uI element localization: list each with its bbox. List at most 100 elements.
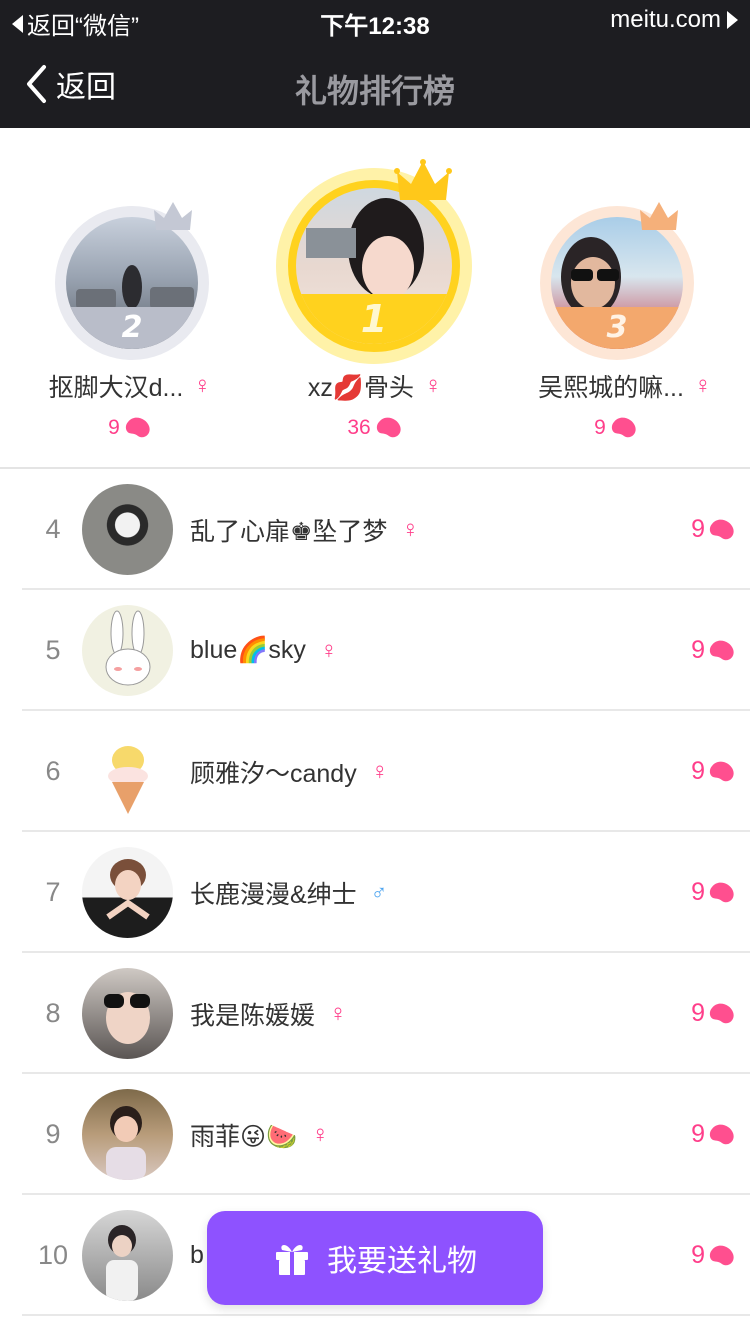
rank-number: 9	[45, 1119, 61, 1149]
gift-count: 36	[347, 416, 371, 439]
rank-number: 6	[45, 756, 61, 786]
list-item[interactable]: 6 顾雅汐～candy ♀ 9	[0, 711, 750, 832]
gift-icon	[276, 1245, 308, 1275]
female-icon: ♀	[329, 999, 348, 1027]
avatar-photo	[105, 610, 151, 686]
gift-count-cell: 9	[691, 832, 736, 953]
status-bar: 返回“微信” 下午12:38 meitu.com	[0, 0, 750, 40]
username: 我是陈媛媛	[190, 1001, 316, 1030]
rank-number: 5	[45, 635, 61, 665]
female-icon: ♀	[693, 372, 712, 399]
list-item[interactable]: 8 我是陈媛媛 ♀ 9	[0, 953, 750, 1074]
site-link[interactable]: meitu.com	[610, 6, 738, 34]
list-name-cell: 我是陈媛媛 ♀	[190, 953, 347, 1074]
avatar	[82, 847, 173, 938]
bean-icon	[709, 519, 734, 539]
username: 长鹿漫漫&绅士	[190, 880, 357, 909]
podium-name-rank-1: xz💋骨头 ♀	[255, 368, 495, 404]
username: 乱了心扉♚坠了梦	[190, 517, 388, 546]
username: 雨菲😜🍉	[190, 1122, 298, 1151]
site-label: meitu.com	[610, 6, 721, 33]
page-title: 礼物排行榜	[294, 73, 455, 109]
list-name-cell: blue🌈sky ♀	[190, 590, 338, 711]
avatar-photo	[106, 1225, 138, 1301]
avatar	[82, 605, 173, 696]
bean-icon	[709, 882, 734, 902]
gift-count: 9	[691, 636, 705, 664]
gift-count: 9	[691, 515, 705, 543]
nav-bar: 返回 礼物排行榜	[0, 40, 750, 128]
female-icon: ♀	[311, 1120, 330, 1148]
gift-count: 9	[594, 416, 606, 439]
top-three-podium: 2 抠脚大汉d... ♀ 9 1 xz💋骨头 ♀ 36 3 吴熙城的嘛... ♀…	[0, 128, 750, 468]
gift-count: 9	[691, 878, 705, 906]
podium-username: 抠脚大汉d...	[48, 374, 184, 402]
list-name-cell: 雨菲😜🍉 ♀	[190, 1074, 329, 1195]
row-divider	[22, 1314, 750, 1316]
gift-count: 9	[691, 757, 705, 785]
female-icon: ♀	[424, 372, 443, 399]
username: b	[190, 1241, 204, 1269]
female-icon: ♀	[193, 372, 212, 399]
list-item[interactable]: 9 雨菲😜🍉 ♀ 9	[0, 1074, 750, 1195]
list-name-cell: b	[190, 1195, 204, 1316]
bean-icon	[709, 1124, 734, 1144]
female-icon: ♀	[370, 757, 389, 785]
list-name-cell: 顾雅汐～candy ♀	[190, 711, 389, 832]
list-item[interactable]: 4 乱了心扉♚坠了梦 ♀ 9	[0, 469, 750, 590]
podium-gift-count-rank-3: 9	[566, 416, 666, 440]
gift-count: 9	[691, 1241, 705, 1269]
female-icon: ♀	[401, 515, 420, 543]
gift-count: 9	[108, 416, 120, 439]
bean-icon	[376, 417, 401, 438]
avatar	[82, 1089, 173, 1180]
podium-gift-count-rank-2: 9	[80, 416, 180, 440]
gift-count-cell: 9	[691, 1074, 736, 1195]
gift-count-cell: 9	[691, 469, 736, 590]
gift-count: 9	[691, 1120, 705, 1148]
forward-triangle-icon	[727, 11, 738, 29]
avatar	[82, 1210, 173, 1301]
silver-crown-icon	[154, 202, 192, 230]
bean-icon	[611, 417, 636, 438]
list-name-cell: 长鹿漫漫&绅士 ♂	[190, 832, 387, 953]
gift-count-cell: 9	[691, 953, 736, 1074]
bronze-crown-icon	[640, 202, 678, 230]
avatar-photo	[106, 1106, 146, 1180]
username: blue🌈sky	[190, 636, 306, 664]
avatar-photo	[106, 859, 150, 920]
bean-icon	[709, 1245, 734, 1265]
avatar-photo	[108, 746, 148, 814]
list-item[interactable]: 5 blue🌈sky ♀ 9	[0, 590, 750, 711]
bean-icon	[125, 417, 150, 438]
podium-username: xz💋骨头	[307, 374, 415, 402]
bean-icon	[709, 761, 734, 781]
podium-rank-number: 2	[121, 310, 143, 346]
username: 顾雅汐～candy	[190, 759, 357, 788]
avatar	[82, 484, 173, 575]
gift-count-cell: 9	[691, 590, 736, 711]
podium-rank-number: 1	[360, 297, 388, 342]
avatar-photo	[104, 992, 150, 1044]
female-icon: ♀	[319, 636, 338, 664]
send-gift-button[interactable]: 我要送礼物	[207, 1211, 543, 1305]
rank-number: 8	[45, 998, 61, 1028]
avatar	[82, 968, 173, 1059]
podium-gift-count-rank-1: 36	[320, 416, 430, 440]
podium-username: 吴熙城的嘛...	[538, 374, 684, 402]
male-icon: ♂	[370, 879, 388, 905]
list-name-cell: 乱了心扉♚坠了梦 ♀	[190, 469, 419, 590]
gift-count: 9	[691, 999, 705, 1027]
podium-name-rank-3: 吴熙城的嘛... ♀	[500, 368, 750, 404]
gold-crown-icon	[394, 159, 452, 200]
rank-number: 10	[37, 1240, 69, 1270]
send-gift-label: 我要送礼物	[327, 1245, 477, 1278]
gift-count-cell: 9	[691, 1195, 736, 1316]
podium-name-rank-2: 抠脚大汉d... ♀	[10, 368, 250, 404]
rank-number: 4	[45, 514, 61, 544]
rank-number: 7	[45, 877, 61, 907]
avatar	[82, 726, 173, 817]
bean-icon	[709, 640, 734, 660]
bean-icon	[709, 1003, 734, 1023]
list-item[interactable]: 7 长鹿漫漫&绅士 ♂ 9	[0, 832, 750, 953]
